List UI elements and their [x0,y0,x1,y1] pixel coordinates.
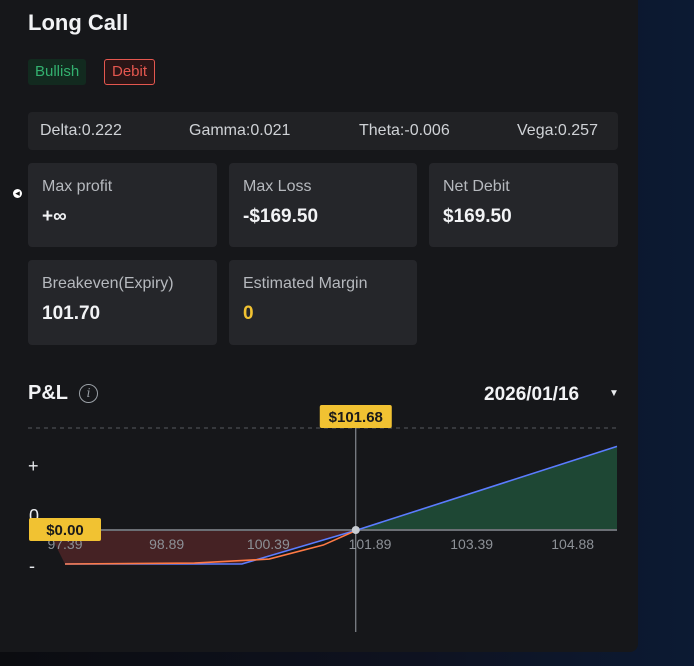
caret-down-icon[interactable]: ▼ [609,388,619,399]
max-profit-value: +∞ [42,206,67,227]
x-tick-label: 104.88 [551,536,594,552]
x-tick-label: 100.39 [247,536,290,552]
net-debit-label: Net Debit [443,178,510,195]
theta-value: Theta:-0.006 [359,122,450,139]
cursor-dot [351,526,360,534]
gamma-value: Gamma:0.021 [189,122,291,139]
x-tick-label: 101.89 [349,536,392,552]
net-debit-card: Net Debit $169.50 [429,163,618,247]
max-loss-card: Max Loss -$169.50 [229,163,417,247]
max-profit-label: Max profit [42,178,113,195]
margin-value: 0 [243,303,254,324]
max-loss-value: -$169.50 [243,206,319,227]
strategy-title: Long Call [28,10,129,35]
pnl-chart[interactable]: 97.39 98.89 100.39 101.89 103.39 104.88+0-$10… [0,400,638,640]
cursor-pnl-label: $0.00 [46,522,84,539]
cursor-price-label: $101.68 [329,409,383,426]
side-toggle-icon[interactable]: ◂ [13,189,22,198]
margin-label: Estimated Margin [243,275,368,292]
breakeven-label: Breakeven(Expiry) [42,275,174,292]
breakeven-card: Breakeven(Expiry) 101.70 [28,260,217,345]
bullish-tag: Bullish [28,59,87,85]
vega-value: Vega:0.257 [517,122,598,139]
debit-tag: Debit [104,59,156,85]
greeks-bar: Delta:0.222 Gamma:0.021 Theta:-0.006 Veg… [28,112,618,150]
x-tick-label: 98.89 [149,536,184,552]
strategy-panel: Long Call Bullish Debit Delta:0.222 Gamm… [0,0,638,652]
y-plus-label: + [28,456,39,476]
y-minus-label: - [29,556,35,576]
max-profit-card: Max profit +∞ [28,163,217,247]
net-debit-value: $169.50 [443,206,512,227]
x-tick-label: 103.39 [450,536,493,552]
delta-value: Delta:0.222 [40,122,122,139]
margin-card: Estimated Margin 0 [229,260,417,345]
max-loss-label: Max Loss [243,178,312,195]
breakeven-value: 101.70 [42,303,101,324]
